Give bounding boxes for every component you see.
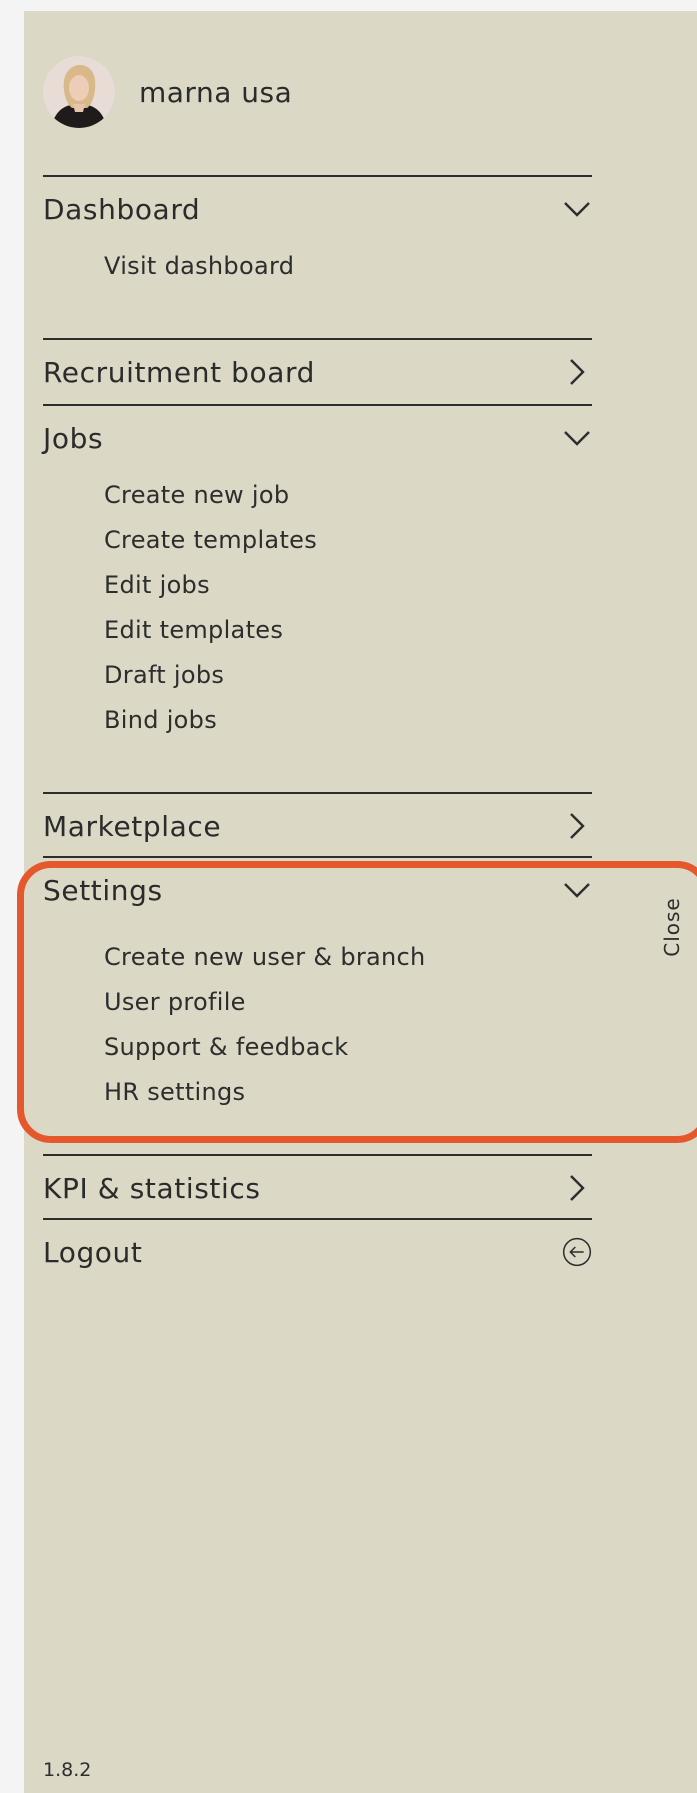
divider [43, 175, 592, 177]
menu-section-kpi-statistics[interactable]: KPI & statistics [43, 1166, 592, 1210]
menu-section-dashboard[interactable]: Dashboard [43, 187, 592, 231]
section-label: Jobs [43, 421, 104, 455]
user-name: marna usa [139, 75, 293, 109]
divider [43, 338, 592, 340]
app-version: 1.8.2 [43, 1759, 92, 1781]
avatar-photo-icon [43, 56, 115, 128]
section-label: Recruitment board [43, 355, 316, 389]
menu-item-support-feedback[interactable]: Support & feedback [104, 1033, 349, 1061]
menu-section-marketplace[interactable]: Marketplace [43, 804, 592, 848]
menu-section-settings[interactable]: Settings [43, 868, 592, 912]
chevron-right-icon [562, 811, 592, 841]
menu-item-bind-jobs[interactable]: Bind jobs [104, 706, 217, 734]
close-menu-button[interactable]: Close [652, 889, 692, 965]
menu-item-hr-settings[interactable]: HR settings [104, 1078, 245, 1106]
side-menu-panel: marna usa Dashboard Visit dashboard Recr… [24, 11, 697, 1793]
avatar [43, 56, 115, 128]
divider [43, 856, 592, 858]
section-label: Marketplace [43, 809, 222, 843]
menu-item-create-new-job[interactable]: Create new job [104, 481, 289, 509]
menu-section-recruitment-board[interactable]: Recruitment board [43, 350, 592, 394]
divider [43, 404, 592, 406]
menu-item-create-templates[interactable]: Create templates [104, 526, 317, 554]
menu-section-jobs[interactable]: Jobs [43, 416, 592, 460]
chevron-right-icon [562, 357, 592, 387]
divider [43, 1218, 592, 1220]
chevron-down-icon [562, 194, 592, 224]
divider [43, 792, 592, 794]
menu-item-visit-dashboard[interactable]: Visit dashboard [104, 252, 294, 280]
menu-item-edit-templates[interactable]: Edit templates [104, 616, 283, 644]
logout-arrow-icon [562, 1237, 592, 1267]
logout-button[interactable]: Logout [43, 1230, 592, 1274]
section-label: Settings [43, 873, 163, 907]
section-label: KPI & statistics [43, 1171, 261, 1205]
menu-item-create-new-user-branch[interactable]: Create new user & branch [104, 943, 426, 971]
chevron-right-icon [562, 1173, 592, 1203]
user-profile[interactable]: marna usa [43, 55, 292, 129]
divider [43, 1154, 592, 1156]
chevron-down-icon [562, 423, 592, 453]
menu-item-edit-jobs[interactable]: Edit jobs [104, 571, 210, 599]
section-label: Logout [43, 1235, 143, 1269]
close-label: Close [660, 897, 684, 957]
section-label: Dashboard [43, 192, 201, 226]
menu-item-user-profile[interactable]: User profile [104, 988, 246, 1016]
chevron-down-icon [562, 875, 592, 905]
menu-item-draft-jobs[interactable]: Draft jobs [104, 661, 224, 689]
